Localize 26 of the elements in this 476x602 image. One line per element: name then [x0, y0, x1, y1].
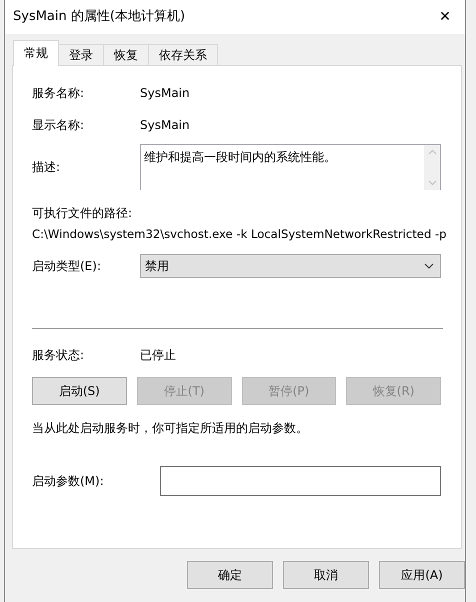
status-value: 已停止 — [140, 347, 176, 364]
tab[interactable]: 依存关系 — [148, 44, 218, 66]
close-button[interactable]: ✕ — [425, 2, 465, 32]
service-button[interactable]: 启动(S) — [32, 377, 127, 406]
field-label: 启动参数(M): — [32, 473, 105, 490]
field-value: SysMain — [140, 85, 190, 102]
scroll-down-icon[interactable] — [428, 180, 436, 186]
startup-type-dropdown[interactable]: 禁用 — [140, 254, 441, 278]
field-label: 显示名称: — [32, 117, 86, 134]
chevron-down-icon — [424, 263, 434, 270]
hint-text: 当从此处启动服务时，你可指定所适用的启动参数。 — [32, 421, 308, 436]
dialog-button[interactable]: 确定 — [187, 561, 273, 589]
field-label: 描述: — [32, 159, 62, 176]
field-value: SysMain — [140, 117, 190, 134]
field-label: 服务状态: — [32, 347, 86, 364]
dialog-button[interactable]: 取消 — [283, 561, 369, 589]
field-label: 启动类型(E): — [32, 258, 102, 276]
description-box: 维护和提高一段时间内的系统性能。 — [140, 144, 441, 190]
dialog-button[interactable]: 应用(A) — [379, 561, 465, 589]
field-label: 可执行文件的路径: — [32, 206, 132, 220]
start-parameters-field[interactable] — [160, 466, 441, 496]
scroll-up-icon[interactable] — [428, 149, 436, 155]
path-text: C:\Windows\system32\svchost.exe -k LocalSystemNetworkRestricted -p — [32, 227, 447, 241]
field-label: 服务名称: — [32, 85, 86, 102]
window-title: SysMain 的属性(本地计算机) — [13, 8, 186, 26]
tab[interactable]: 常规 — [13, 40, 59, 66]
